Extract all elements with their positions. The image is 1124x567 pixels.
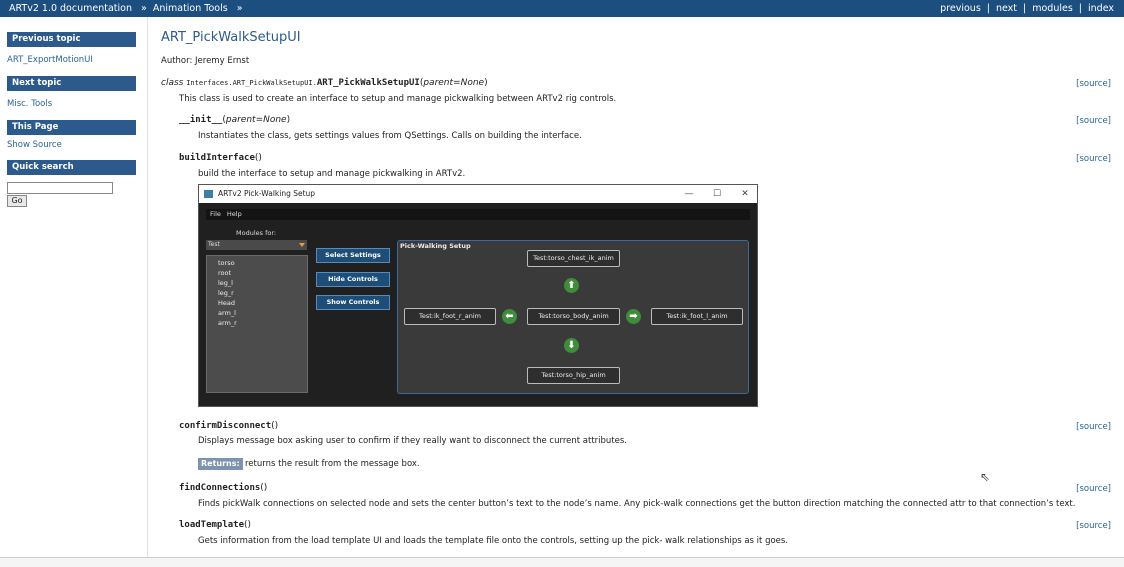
menu-help: Help bbox=[226, 210, 242, 218]
author-line: Author: Jeremy Ernst bbox=[161, 56, 250, 66]
pickwalk-down-button: Test:torso_hip_anim bbox=[527, 367, 620, 384]
window-menubar: File Help bbox=[206, 209, 750, 220]
modules-select: Test bbox=[206, 240, 307, 250]
find-signature: findConnections() bbox=[179, 483, 268, 493]
window-title: ARTv2 Pick-Walking Setup bbox=[218, 189, 316, 198]
class-description: This class is used to create an interfac… bbox=[179, 94, 617, 104]
module-item: Head bbox=[218, 299, 235, 307]
modules-list: torso root leg_l leg_r Head arm_l arm_r bbox=[206, 255, 308, 393]
main-content: ART_PickWalkSetupUI Author: Jeremy Ernst… bbox=[149, 17, 1124, 557]
source-link[interactable]: [source] bbox=[1076, 484, 1111, 494]
pickwalk-left-button: Test:ik_foot_r_anim bbox=[404, 308, 496, 325]
divider: | bbox=[986, 3, 990, 14]
go-button[interactable]: Go bbox=[7, 195, 27, 207]
arrow-left-icon: ⬅ bbox=[502, 309, 517, 324]
modules-select-value: Test bbox=[208, 241, 220, 248]
window-titlebar: ARTv2 Pick-Walking Setup — ☐ ✕ bbox=[199, 185, 757, 203]
show-source-link[interactable]: Show Source bbox=[7, 140, 62, 150]
build-description: build the interface to setup and manage … bbox=[198, 169, 466, 179]
load-name: loadTemplate bbox=[179, 520, 245, 530]
class-name: ART_PickWalkSetupUI bbox=[316, 78, 420, 88]
class-keyword: class bbox=[161, 78, 184, 88]
quick-search-heading: Quick search bbox=[7, 160, 136, 175]
sidebar: Previous topic ART_ExportMotionUI Next t… bbox=[0, 17, 148, 557]
next-topic-link[interactable]: Misc. Tools bbox=[7, 99, 52, 109]
maximize-icon: ☐ bbox=[712, 189, 722, 199]
next-link[interactable]: next bbox=[996, 3, 1017, 14]
related-links: previous | next | modules | index bbox=[940, 0, 1114, 17]
breadcrumb-docs[interactable]: ARTv2 1.0 documentation bbox=[9, 3, 132, 14]
confirm-name: confirmDisconnect bbox=[179, 421, 272, 431]
source-link[interactable]: [source] bbox=[1076, 79, 1111, 89]
class-params: parent=None bbox=[423, 78, 485, 88]
init-params: parent=None bbox=[225, 115, 287, 125]
show-controls-button: Show Controls bbox=[316, 295, 390, 310]
previous-link[interactable]: previous bbox=[940, 3, 981, 14]
returns-label: Returns: bbox=[198, 458, 243, 470]
returns-text: returns the result from the message box. bbox=[245, 459, 420, 469]
breadcrumb-animation-tools[interactable]: Animation Tools bbox=[153, 3, 228, 14]
find-name: findConnections bbox=[179, 483, 261, 493]
pickwalk-right-button: Test:ik_foot_l_anim bbox=[651, 308, 743, 325]
dropdown-arrow-icon bbox=[299, 243, 305, 247]
next-topic-heading: Next topic bbox=[7, 76, 136, 91]
bottom-strip bbox=[0, 557, 1124, 567]
modules-link[interactable]: modules bbox=[1032, 3, 1073, 14]
class-module-prefix: Interfaces.ART_PickWalkSetupUI. bbox=[186, 79, 317, 87]
class-signature: class Interfaces.ART_PickWalkSetupUI.ART… bbox=[161, 78, 488, 88]
this-page-heading: This Page bbox=[7, 120, 136, 135]
module-item: arm_l bbox=[218, 309, 236, 317]
module-item: leg_r bbox=[218, 289, 234, 297]
close-icon: ✕ bbox=[741, 189, 749, 199]
module-item: arm_r bbox=[218, 319, 237, 327]
load-signature: loadTemplate() bbox=[179, 520, 252, 530]
pickwalk-up-button: Test:torso_chest_ik_anim bbox=[527, 250, 620, 267]
page-title: ART_PickWalkSetupUI bbox=[161, 30, 301, 45]
build-name: buildInterface bbox=[179, 153, 255, 163]
source-link[interactable]: [source] bbox=[1076, 154, 1111, 164]
confirm-signature: confirmDisconnect() bbox=[179, 421, 279, 431]
breadcrumb-arrow: » bbox=[141, 3, 147, 14]
select-settings-button: Select Settings bbox=[316, 248, 390, 263]
search-input[interactable] bbox=[7, 182, 113, 194]
module-item: torso bbox=[218, 259, 235, 267]
hide-controls-button: Hide Controls bbox=[316, 272, 390, 287]
module-item: leg_l bbox=[218, 279, 233, 287]
pickwalk-panel-title: Pick-Walking Setup bbox=[400, 242, 471, 250]
pickwalk-setup-screenshot: ARTv2 Pick-Walking Setup — ☐ ✕ File Help Mo… bbox=[198, 184, 758, 407]
arrow-up-icon: ⬆ bbox=[564, 278, 579, 293]
divider: | bbox=[1078, 3, 1082, 14]
source-link[interactable]: [source] bbox=[1076, 116, 1111, 126]
pickwalk-center-button: Test:torso_body_anim bbox=[527, 308, 620, 325]
modules-label: Modules for: bbox=[236, 229, 277, 237]
arrow-down-icon: ⬇ bbox=[564, 338, 579, 353]
app-icon bbox=[204, 190, 213, 198]
previous-topic-link[interactable]: ART_ExportMotionUI bbox=[7, 55, 93, 65]
init-signature: __init__(parent=None) bbox=[179, 115, 291, 125]
breadcrumb-arrow: » bbox=[236, 3, 243, 14]
source-link[interactable]: [source] bbox=[1076, 521, 1111, 531]
menu-file: File bbox=[210, 210, 221, 218]
init-name: __init__ bbox=[179, 115, 223, 125]
top-nav-bar: ARTv2 1.0 documentation » Animation Tools… bbox=[0, 0, 1124, 17]
minimize-icon: — bbox=[684, 189, 694, 199]
mouse-cursor-icon: ⇖ bbox=[980, 470, 991, 484]
init-description: Instantiates the class, gets settings va… bbox=[198, 131, 582, 141]
source-link[interactable]: [source] bbox=[1076, 422, 1111, 432]
load-description: Gets information from the load template … bbox=[198, 536, 789, 546]
divider: | bbox=[1023, 3, 1027, 14]
find-description: Finds pickWalk connections on selected n… bbox=[198, 499, 1076, 509]
build-signature: buildInterface() bbox=[179, 153, 262, 163]
previous-topic-heading: Previous topic bbox=[7, 32, 136, 47]
arrow-right-icon: ➡ bbox=[626, 309, 641, 324]
pickwalk-panel: Pick-Walking Setup Test:torso_chest_ik_a… bbox=[397, 240, 749, 394]
confirm-description: Displays message box asking user to conf… bbox=[198, 436, 628, 446]
index-link[interactable]: index bbox=[1088, 3, 1114, 14]
module-item: root bbox=[218, 269, 232, 277]
